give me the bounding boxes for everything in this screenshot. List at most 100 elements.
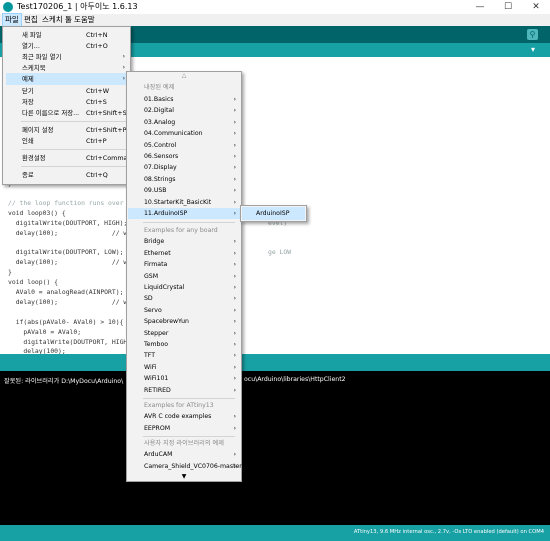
menu-edit[interactable]: 편집 (22, 14, 40, 26)
menu-item-label: WiFi101 (144, 375, 169, 383)
menu-item-print[interactable]: 인쇄 Ctrl+P (6, 135, 127, 147)
example-item[interactable]: 02.Digital › (128, 105, 240, 116)
menu-item-label: 06.Sensors (144, 153, 179, 160)
menu-separator (21, 166, 126, 167)
example-item[interactable]: 10.StarterKit_BasicKit › (128, 197, 240, 208)
example-item[interactable]: 08.Strings › (128, 174, 240, 185)
example-item[interactable]: WiFi › (128, 362, 240, 373)
menu-item-preferences[interactable]: 환경설정 Ctrl+Comma (6, 152, 127, 164)
example-item[interactable]: 05.Control › (128, 140, 240, 151)
tab-menu-button[interactable]: ▾ (528, 45, 538, 55)
arduino-app-icon (3, 2, 13, 12)
chevron-right-icon: › (233, 363, 236, 371)
example-item[interactable]: Firmata › (128, 259, 240, 270)
example-item[interactable]: 03.Analog › (128, 117, 240, 128)
menu-header-label: Examples for any board (144, 227, 218, 234)
chevron-right-icon: › (233, 329, 236, 337)
chevron-right-icon: › (233, 96, 236, 103)
menu-help[interactable]: 도움말 (72, 14, 97, 26)
menu-separator (143, 398, 235, 399)
examples-menu: △ 내장된 예제 01.Basics › 02.Digital › 03.Analo… (126, 71, 242, 482)
code-line: void loop() { (8, 278, 59, 286)
menu-item-shortcut: Ctrl+P (86, 137, 107, 145)
example-item[interactable]: TFT › (128, 350, 240, 361)
console-output (0, 371, 550, 525)
example-item[interactable]: 01.Basics › (128, 94, 240, 105)
minimize-button[interactable]: — (466, 0, 494, 14)
menu-item-label: 예제 (22, 75, 34, 83)
example-item[interactable]: Bridge › (128, 236, 240, 247)
menu-sketch[interactable]: 스케치 (40, 14, 65, 26)
example-item-arduinoisp[interactable]: 11.ArduinoISP › (128, 208, 240, 220)
example-item[interactable]: Camera_Shield_VC0706-master › (128, 461, 242, 472)
menu-item-label: 환경설정 (22, 154, 46, 162)
menu-item-label: Servo (144, 306, 162, 314)
menu-header-label: Examples for ATtiny13 (144, 402, 214, 409)
menu-item-label: Ethernet (144, 249, 171, 257)
chevron-down-icon: ▾ (530, 45, 535, 54)
magnifier-icon: ⚲ (529, 30, 536, 39)
chevron-right-icon: › (233, 130, 236, 138)
example-item[interactable]: 09.USB › (128, 185, 240, 196)
example-item[interactable]: RETIRED › (128, 385, 240, 396)
chevron-right-icon: › (233, 375, 236, 383)
window-title: Test170206_1 | 아두이노 1.6.13 (17, 2, 138, 11)
example-item[interactable]: GSM › (128, 271, 240, 282)
menu-item-label: 08.Strings (144, 175, 176, 183)
menu-item-shortcut: Ctrl+Q (86, 171, 108, 179)
menu-item-label: ArduCAM (144, 451, 173, 459)
examples-header-attiny13: Examples for ATtiny13 (128, 400, 240, 411)
menu-file[interactable]: 파일 (2, 13, 22, 27)
example-item[interactable]: Stepper › (128, 328, 240, 339)
example-item[interactable]: ArduCAM › (128, 449, 240, 460)
menu-item-label: 10.StarterKit_BasicKit (144, 198, 212, 206)
menu-item-examples[interactable]: 예제 › (6, 73, 127, 85)
menu-item-label: ArduinoISP (256, 210, 290, 217)
serial-monitor-button[interactable]: ⚲ (527, 29, 538, 40)
menu-item-label: 인쇄 (22, 137, 34, 145)
example-item[interactable]: EEPROM › (128, 423, 240, 434)
menu-item-save-as[interactable]: 다른 이름으로 저장... Ctrl+Shift+S (6, 107, 127, 119)
code-line-fragment: ge LOW (268, 248, 292, 256)
chevron-right-icon: › (233, 261, 236, 269)
example-item[interactable]: SpacebrewYun › (128, 316, 240, 327)
example-item[interactable]: Temboo › (128, 339, 240, 350)
example-item[interactable]: 07.Display › (128, 162, 240, 173)
menu-item-label: EEPROM (144, 424, 171, 432)
example-item[interactable]: Ethernet › (128, 248, 240, 259)
scroll-up-icon[interactable]: △ (127, 72, 241, 79)
chevron-right-icon: › (233, 153, 236, 160)
example-item[interactable]: AVR C code examples › (128, 411, 240, 422)
chevron-right-icon: › (233, 284, 236, 291)
chevron-right-icon: › (233, 413, 236, 421)
example-item[interactable]: LiquidCrystal › (128, 282, 240, 293)
code-line: digitalWrite(DOUTPORT, LOW); // (8, 248, 143, 256)
example-item[interactable]: SD › (128, 293, 240, 304)
chevron-right-icon: › (233, 164, 236, 172)
menu-item-arduinoisp[interactable]: ArduinoISP (242, 207, 305, 220)
menu-item-label: 09.USB (144, 187, 167, 195)
status-bar (0, 354, 550, 371)
menu-item-label: 03.Analog (144, 118, 176, 126)
menu-item-quit[interactable]: 종료 Ctrl+Q (6, 169, 127, 181)
close-button[interactable]: ✕ (522, 0, 550, 14)
menu-item-label: Temboo (144, 341, 169, 348)
example-item[interactable]: WiFi101 › (128, 373, 240, 384)
chevron-right-icon: › (233, 141, 236, 149)
example-item[interactable]: Servo › (128, 305, 240, 316)
menu-item-label: 05.Control (144, 141, 177, 149)
menu-separator (21, 149, 126, 150)
menu-item-label: 07.Display (144, 164, 177, 172)
chevron-right-icon: › (233, 187, 236, 195)
chevron-right-icon: › (233, 238, 236, 246)
chevron-right-icon: › (233, 107, 236, 115)
example-item[interactable]: 04.Communication › (128, 128, 240, 139)
example-item[interactable]: 06.Sensors › (128, 151, 240, 162)
chevron-right-icon: › (122, 75, 125, 82)
menu-item-label: GSM (144, 272, 159, 280)
menu-separator (143, 436, 235, 437)
menu-item-label: Firmata (144, 261, 168, 269)
menu-item-label: 종료 (22, 171, 34, 179)
scroll-down-icon[interactable]: ▼ (127, 473, 241, 480)
maximize-button[interactable]: ☐ (494, 0, 522, 14)
